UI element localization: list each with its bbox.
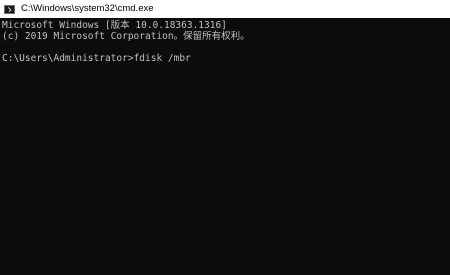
- version-line: Microsoft Windows [版本 10.0.18363.1316]: [2, 20, 227, 31]
- window-title: C:\Windows\system32\cmd.exe: [21, 3, 154, 14]
- cmd-icon[interactable]: [4, 4, 15, 14]
- cmd-window: C:\Windows\system32\cmd.exe Microsoft Wi…: [0, 0, 450, 275]
- command-line[interactable]: C:\Users\Administrator>fdisk /mbr: [2, 53, 450, 64]
- command-text[interactable]: fdisk /mbr: [134, 53, 191, 64]
- title-bar[interactable]: C:\Windows\system32\cmd.exe: [0, 0, 450, 18]
- copyright-line: (c) 2019 Microsoft Corporation。保留所有权利。: [2, 31, 250, 42]
- prompt: C:\Users\Administrator>: [2, 53, 134, 64]
- console-output[interactable]: Microsoft Windows [版本 10.0.18363.1316] (…: [0, 18, 450, 275]
